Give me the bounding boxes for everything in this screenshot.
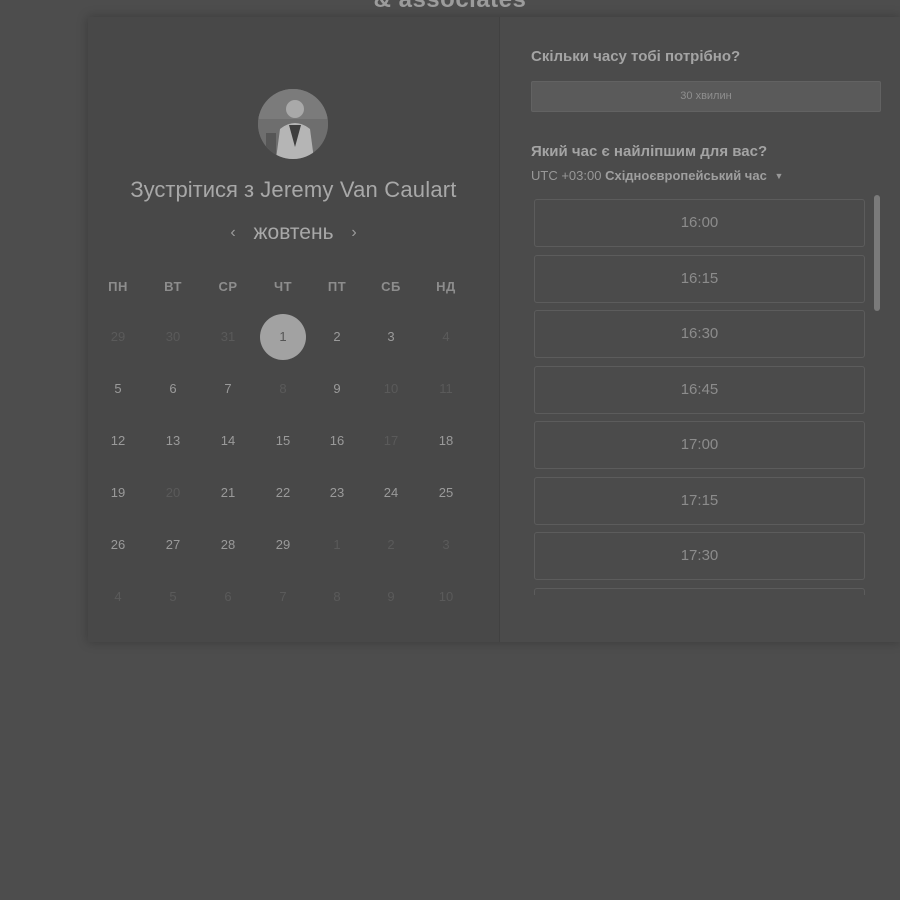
calendar-day-selected[interactable]: 1: [260, 314, 306, 360]
calendar-day[interactable]: 28: [205, 522, 251, 568]
timezone-select[interactable]: UTC +03:00 Східноєвропейський час ▼: [531, 168, 783, 183]
calendar-day[interactable]: 14: [205, 418, 251, 464]
calendar-day[interactable]: 3: [368, 314, 414, 360]
time-slot-button[interactable]: 17:30: [534, 532, 865, 580]
calendar-day: 7: [279, 589, 287, 604]
calendar-day[interactable]: 12: [95, 418, 141, 464]
calendar-day: 2: [387, 537, 395, 552]
calendar-grid: 29 30 31 1 2 3 4 5 6 7 8 9 10 11 12 13 14 15 16 17 18 19 20 21 2…: [88, 17, 499, 642]
calendar-panel: Зустрітися з Jeremy Van Caulart ‹ жовтен…: [88, 17, 500, 642]
time-slot-button[interactable]: 16:45: [534, 365, 865, 414]
calendar-day[interactable]: 22: [260, 470, 306, 516]
timezone-offset: UTC +03:00: [531, 168, 602, 183]
calendar-day: 10: [438, 589, 454, 604]
time-question: Який час є найліпшим для вас?: [531, 143, 768, 160]
calendar-day: 4: [114, 589, 122, 604]
calendar-day[interactable]: 5: [95, 366, 141, 412]
slot-list-scrollbar[interactable]: [874, 195, 880, 311]
calendar-day[interactable]: 16: [314, 418, 360, 464]
calendar-day: 31: [220, 329, 236, 344]
time-slot-button[interactable]: [534, 587, 865, 595]
calendar-day: 4: [442, 329, 450, 344]
calendar-day: 29: [110, 329, 126, 344]
calendar-day: 30: [165, 329, 181, 344]
calendar-day[interactable]: 2: [314, 314, 360, 360]
time-slot-button[interactable]: 16:00: [534, 199, 865, 247]
calendar-day[interactable]: 29: [260, 522, 306, 568]
time-slot-button[interactable]: 16:15: [534, 254, 865, 303]
page-title: & associates: [0, 0, 900, 14]
calendar-day[interactable]: 13: [150, 418, 196, 464]
calendar-day[interactable]: 23: [314, 470, 360, 516]
calendar-day[interactable]: 21: [205, 470, 251, 516]
calendar-day[interactable]: 27: [150, 522, 196, 568]
duration-question: Скільки часу тобі потрібно?: [531, 48, 741, 65]
calendar-day: 6: [224, 589, 232, 604]
calendar-day[interactable]: 6: [150, 366, 196, 412]
chevron-down-icon: ▼: [774, 171, 784, 181]
calendar-day[interactable]: 19: [95, 470, 141, 516]
calendar-day: 5: [169, 589, 177, 604]
calendar-day: 3: [442, 537, 450, 552]
time-slot-button[interactable]: 16:30: [534, 310, 865, 358]
calendar-day[interactable]: 26: [95, 522, 141, 568]
calendar-day[interactable]: 15: [260, 418, 306, 464]
calendar-day: 9: [387, 589, 395, 604]
time-slot-list: 16:00 16:15 16:30 16:45 17:00 17:15 17:30: [534, 199, 868, 595]
calendar-day[interactable]: 18: [423, 418, 469, 464]
calendar-day: 11: [439, 381, 453, 396]
timezone-name: Східноєвропейський час: [605, 168, 767, 183]
duration-select[interactable]: 30 хвилин: [531, 81, 881, 112]
calendar-day[interactable]: 24: [368, 470, 414, 516]
time-slot-button[interactable]: 17:00: [534, 421, 865, 469]
calendar-day: 8: [333, 589, 341, 604]
calendar-day: 10: [383, 381, 399, 396]
calendar-day[interactable]: 7: [205, 366, 251, 412]
calendar-day[interactable]: 9: [314, 366, 360, 412]
booking-panel: Скільки часу тобі потрібно? 30 хвилин Як…: [500, 17, 900, 642]
time-slot-button[interactable]: 17:15: [534, 476, 865, 525]
booking-card: Зустрітися з Jeremy Van Caulart ‹ жовтен…: [88, 17, 900, 642]
calendar-day[interactable]: 25: [423, 470, 469, 516]
calendar-day: 1: [333, 537, 341, 552]
calendar-day: 20: [165, 485, 181, 500]
calendar-day: 8: [279, 381, 287, 396]
calendar-day: 17: [383, 433, 399, 448]
